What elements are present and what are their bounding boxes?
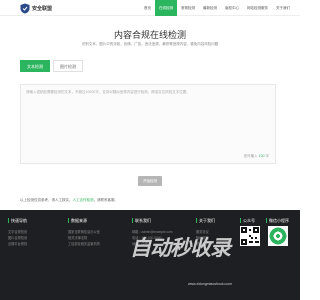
tab-image-check[interactable]: 图片检测 <box>53 60 83 72</box>
note-suffix: ，请联系客服。 <box>93 198 119 202</box>
counter-prefix: 还可输入 <box>243 154 258 158</box>
disclaimer-note: 以上检测仅供参考，请人工核实，人工合作检测，请联系客服。 <box>20 198 118 203</box>
footer-text: 工信部及相关监管机构 <box>68 242 100 246</box>
site-logo[interactable]: 安全联盟 <box>20 3 52 14</box>
check-tabs: 文本检测 图片检测 <box>20 60 86 72</box>
footer-col-source: 数据来源 国家互联网信息办公室 相关法律法规 工信部及相关监管机构 <box>68 218 100 247</box>
nav-latest-check[interactable]: 最新检测 <box>199 0 221 16</box>
footer-heading: 关于我们 <box>196 218 215 223</box>
wechat-qr-code <box>240 226 260 246</box>
text-input[interactable] <box>21 85 275 163</box>
nav-regular-check[interactable]: 常规检测 <box>177 0 199 16</box>
footer-heading: 微信小程序 <box>266 218 289 223</box>
footer-heading: 快速导航 <box>8 218 27 223</box>
footer-link[interactable]: 近期平台规则 <box>8 241 27 247</box>
footer-heading: 联系我们 <box>132 218 172 223</box>
nav-copyright[interactable]: 版权中心 <box>221 0 243 16</box>
page-subtitle: 识别文本、图片中的涉政、色情、广告、违法违规、暴恐等违规内容，避免内容风险问题 <box>81 42 219 46</box>
char-counter: 还可输入 100 字 <box>244 154 269 159</box>
note-prefix: 以上检测仅供参考，请人工核实， <box>20 198 73 202</box>
page-title: 内容合规在线检测 <box>113 30 186 40</box>
tab-text-check[interactable]: 文本检测 <box>20 60 50 72</box>
brand-name: 安全联盟 <box>32 5 53 12</box>
counter-suffix: 字 <box>265 154 270 158</box>
miniapp-qr-code <box>268 226 288 246</box>
watermark-url: www.zidongmiaoshoulu.com <box>188 282 233 286</box>
nav-home[interactable]: 首页 <box>140 0 155 16</box>
shield-logo-icon <box>20 3 30 14</box>
manual-check-link[interactable]: 人工合作检测 <box>73 198 94 202</box>
footer-heading: 公众号 <box>240 218 255 223</box>
counter-value: 100 <box>258 154 265 158</box>
nav-about[interactable]: 关于我们 <box>272 0 294 16</box>
text-editor: 还可输入 100 字 <box>20 84 276 164</box>
watermark-text: 自动秒收录 <box>130 237 231 260</box>
main-nav: 首页 在线检测 常规检测 最新检测 版权中心 网站检测服务 关于我们 <box>140 0 294 16</box>
footer-col-nav: 快速导航 文字合规检测 图片合规检测 近期平台规则 <box>8 218 27 247</box>
start-check-button[interactable]: 开始检测 <box>138 176 162 186</box>
nav-site-service[interactable]: 网站检测服务 <box>243 0 272 16</box>
nav-online-check[interactable]: 在线检测 <box>155 0 177 16</box>
top-header: 安全联盟 首页 在线检测 常规检测 最新检测 版权中心 网站检测服务 关于我们 <box>0 0 300 16</box>
footer-heading: 数据来源 <box>68 218 100 223</box>
